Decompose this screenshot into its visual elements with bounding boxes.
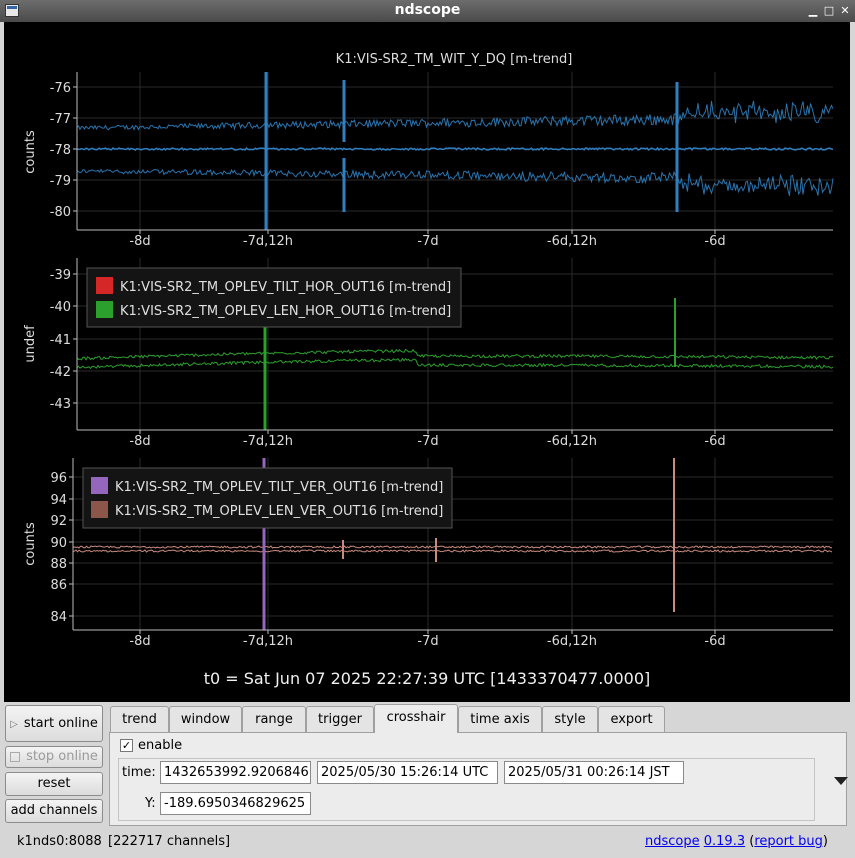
x-tick-label: -7d,12h (243, 234, 293, 249)
y-tick-label: 94 (50, 493, 67, 508)
status-bar: k1nds0:8088 [222717 channels] ndscope 0.… (0, 832, 855, 858)
y-tick-label: 90 (50, 536, 67, 551)
y-tick-label: -77 (50, 112, 71, 127)
enable-label: enable (138, 738, 183, 753)
paren-close: ) (822, 834, 828, 849)
y-tick-label: -42 (50, 365, 71, 380)
y-value-field[interactable]: -189.6950346829625 (160, 792, 311, 815)
trace-len-ver-max (72, 545, 832, 549)
legend-label: K1:VIS-SR2_TM_OPLEV_TILT_VER_OUT16 [m-tr… (115, 480, 443, 495)
add-channels-button[interactable]: add channels (5, 799, 103, 823)
y-axis-label: counts (23, 130, 38, 174)
plots-canvas[interactable]: K1:VIS-SR2_TM_WIT_Y_DQ [m-trend] counts … (4, 22, 850, 702)
legend-label: K1:VIS-SR2_TM_OPLEV_TILT_HOR_OUT16 [m-tr… (120, 280, 451, 295)
legend-swatch (96, 277, 113, 294)
trace-len-ver-min (72, 549, 833, 553)
start-online-button[interactable]: ▷ start online (5, 705, 103, 742)
y-axis-label: undef (23, 325, 38, 363)
app-link[interactable]: ndscope (645, 834, 700, 849)
time-utc-field[interactable]: 2025/05/30 15:26:14 UTC (317, 761, 498, 784)
window-titlebar: ndscope ▁ □ ✕ (0, 0, 855, 22)
window-title: ndscope (394, 2, 461, 18)
y-label: Y: (145, 796, 156, 811)
y-tick-label: 84 (50, 610, 67, 625)
play-icon: ▷ (10, 719, 18, 730)
y-tick-label: -79 (50, 174, 71, 189)
enable-checkbox[interactable]: ✓ (120, 739, 133, 752)
y-tick-label: -80 (50, 205, 71, 220)
maximize-icon[interactable]: □ (822, 3, 836, 18)
x-tick-label: -7d (417, 234, 438, 249)
server-address: k1nds0:8088 (17, 834, 102, 849)
legend-label: K1:VIS-SR2_TM_OPLEV_LEN_VER_OUT16 [m-tre… (115, 504, 443, 519)
plot-witness[interactable]: K1:VIS-SR2_TM_WIT_Y_DQ [m-trend] counts … (23, 52, 834, 249)
legend[interactable]: K1:VIS-SR2_TM_OPLEV_TILT_VER_OUT16 [m-tr… (82, 467, 453, 529)
x-tick-label: -7d,12h (243, 434, 293, 449)
reset-button[interactable]: reset (5, 772, 103, 796)
trace-len-hor-min (76, 357, 834, 370)
x-tick-label: -6d (704, 234, 725, 249)
y-tick-label: -76 (50, 81, 71, 96)
y-tick-label: 96 (50, 471, 67, 486)
x-tick-label: -7d (417, 434, 438, 449)
trace-witness-min (76, 168, 834, 196)
tab-crosshair[interactable]: crosshair (374, 704, 458, 733)
y-tick-label: 86 (50, 578, 67, 593)
x-tick-label: -6d,12h (547, 434, 597, 449)
x-tick-label: -6d,12h (547, 634, 597, 649)
y-tick-label: 88 (50, 557, 67, 572)
x-tick-label: -6d (704, 634, 725, 649)
y-tick-label: -40 (50, 300, 71, 315)
tab-trend[interactable]: trend (110, 706, 169, 733)
x-tick-label: -6d (704, 434, 725, 449)
y-tick-label: -43 (50, 397, 71, 412)
report-bug-link[interactable]: report bug (754, 834, 823, 849)
add-channels-label: add channels (10, 803, 98, 818)
y-tick-label: 92 (50, 514, 67, 529)
trace-len-hor-max (76, 348, 834, 361)
reset-label: reset (37, 776, 71, 791)
plot-oplev-ver[interactable]: counts 96 94 92 90 88 86 84 -8d -7d,12h -7d -6d,1… (23, 458, 833, 649)
tab-window[interactable]: window (169, 706, 242, 733)
channel-count: [222717 channels] (108, 834, 231, 849)
stop-online-button[interactable]: stop online (5, 746, 103, 768)
legend-swatch (96, 301, 113, 318)
trace-witness-mean (77, 146, 834, 152)
minimize-icon[interactable]: ▁ (806, 3, 820, 18)
version-link[interactable]: 0.19.3 (704, 834, 745, 849)
tab-export[interactable]: export (598, 706, 665, 733)
x-tick-label: -6d,12h (547, 234, 597, 249)
plot-area[interactable]: K1:VIS-SR2_TM_WIT_Y_DQ [m-trend] counts … (4, 22, 850, 702)
tab-time-axis[interactable]: time axis (458, 706, 542, 733)
legend-label: K1:VIS-SR2_TM_OPLEV_LEN_HOR_OUT16 [m-tre… (120, 304, 451, 319)
time-gps-field[interactable]: 1432653992.9206846 (160, 761, 311, 784)
close-icon[interactable]: ✕ (838, 3, 852, 18)
version-info: ndscope 0.19.3 (report bug) (645, 834, 828, 849)
tab-trigger[interactable]: trigger (306, 706, 374, 733)
start-online-label: start online (23, 716, 98, 731)
x-tick-label: -8d (129, 434, 150, 449)
expand-arrow-icon[interactable] (834, 777, 848, 785)
x-tick-label: -8d (129, 634, 150, 649)
stop-icon (10, 751, 21, 762)
y-tick-label: -39 (50, 268, 71, 283)
legend[interactable]: K1:VIS-SR2_TM_OPLEV_TILT_HOR_OUT16 [m-tr… (86, 267, 462, 328)
legend-swatch (91, 501, 108, 518)
time-jst-field[interactable]: 2025/05/31 00:26:14 JST (504, 761, 684, 784)
plot-title: K1:VIS-SR2_TM_WIT_Y_DQ [m-trend] (336, 52, 573, 67)
stop-online-label: stop online (26, 749, 98, 764)
y-tick-label: -78 (50, 143, 71, 158)
x-tick-label: -7d,12h (243, 634, 293, 649)
plot-oplev-hor[interactable]: undef -39 -40 -41 -42 -43 -8d -7d,12h -7d -6d,1… (23, 258, 834, 449)
trace-witness-max (76, 100, 834, 131)
t0-label: t0 = Sat Jun 07 2025 22:27:39 UTC [14333… (204, 669, 651, 688)
x-tick-label: -8d (129, 234, 150, 249)
y-axis-label: counts (23, 522, 38, 566)
tab-range[interactable]: range (242, 706, 306, 733)
tab-style[interactable]: style (542, 706, 598, 733)
y-tick-label: -41 (50, 333, 71, 348)
x-tick-label: -7d (417, 634, 438, 649)
legend-swatch (91, 477, 108, 494)
time-label: time: (122, 765, 156, 780)
